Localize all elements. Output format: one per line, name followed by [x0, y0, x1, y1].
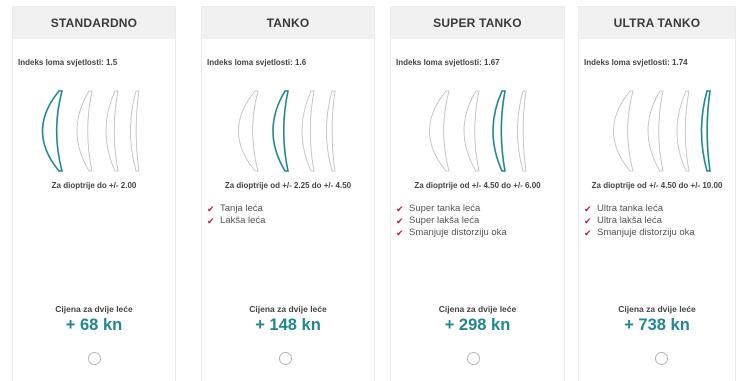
lens-card-ultra-tanko[interactable]: ULTRA TANKO Indeks loma svjetlosti: 1.74…	[578, 6, 736, 381]
lens-shape	[429, 90, 450, 172]
price-value: + 298 kn	[444, 316, 511, 334]
feature-text: Ultra lakša leća	[597, 215, 662, 226]
card-title: STANDARDNO	[13, 7, 175, 39]
diopter-range: Za dioptrije od +/- 4.50 do +/- 10.00	[591, 181, 723, 190]
lens-shape	[463, 90, 480, 172]
feature-text: Super lakša leća	[409, 215, 480, 226]
feature-item: ✔ Super lakša leća	[396, 215, 507, 227]
diopter-range: Za dioptrije od +/- 4.50 do +/- 6.00	[414, 181, 541, 190]
feature-item: ✔ Super tanka leća	[396, 203, 507, 215]
feature-item: ✔ Lakša leća	[207, 215, 265, 227]
price-label: Cijena za dvije leće	[618, 304, 696, 314]
lens-shape-highlighted	[492, 90, 506, 172]
refraction-index-label: Indeks loma svjetlosti: 1.67	[396, 58, 500, 67]
check-icon: ✔	[396, 228, 404, 238]
feature-text: Lakša leća	[220, 215, 266, 226]
feature-text: Smanjuje distorziju oka	[409, 227, 507, 238]
lens-shape	[301, 90, 315, 172]
lens-shape	[326, 90, 336, 172]
price-value: + 738 kn	[624, 316, 690, 334]
check-icon: ✔	[207, 216, 215, 226]
check-icon: ✔	[396, 204, 404, 214]
price-label: Cijena za dvije leće	[55, 304, 133, 314]
price-value: + 68 kn	[65, 316, 123, 334]
lens-shape	[517, 90, 527, 172]
feature-item: ✔ Smanjuje distorziju oka	[396, 227, 507, 239]
lens-options: STANDARDNO Indeks loma svjetlosti: 1.5 Z…	[0, 0, 736, 381]
lens-shape	[676, 90, 690, 172]
feature-text: Smanjuje distorziju oka	[597, 227, 695, 238]
lens-shape	[647, 90, 664, 172]
check-icon: ✔	[207, 204, 215, 214]
check-icon: ✔	[584, 228, 592, 238]
price-label: Cijena za dvije leće	[438, 304, 517, 314]
feature-list: ✔ Ultra tanka leća ✔ Ultra lakša leća ✔ Smanj…	[584, 203, 695, 239]
lens-thickness-illustration	[429, 90, 527, 172]
lens-shape	[613, 90, 634, 172]
select-radio-ultra-tanko[interactable]	[655, 352, 668, 365]
lens-shape	[76, 90, 93, 172]
lens-card-super-tanko[interactable]: SUPER TANKO Indeks loma svjetlosti: 1.67…	[390, 6, 565, 381]
price-value: + 148 kn	[255, 316, 321, 334]
feature-item: ✔ Smanjuje distorziju oka	[584, 227, 695, 239]
feature-text: Tanja leća	[220, 203, 263, 214]
select-radio-standardno[interactable]	[88, 352, 101, 365]
lens-shape-highlighted	[272, 90, 289, 172]
card-title: ULTRA TANKO	[579, 7, 735, 39]
check-icon: ✔	[396, 216, 404, 226]
lens-shape	[105, 90, 119, 172]
refraction-index-label: Indeks loma svjetlosti: 1.5	[18, 58, 118, 67]
price-label: Cijena za dvije leće	[249, 304, 327, 314]
select-radio-super-tanko[interactable]	[467, 352, 480, 365]
lens-shape	[130, 90, 140, 172]
diopter-range: Za dioptrije do +/- 2.00	[51, 181, 137, 190]
feature-item: ✔ Ultra lakša leća	[584, 215, 695, 227]
check-icon: ✔	[584, 204, 592, 214]
card-title: SUPER TANKO	[391, 7, 564, 39]
refraction-index-label: Indeks loma svjetlosti: 1.6	[207, 58, 307, 67]
lens-shape	[238, 90, 259, 172]
lens-card-tanko[interactable]: TANKO Indeks loma svjetlosti: 1.6 Za dio…	[201, 6, 375, 381]
card-title: TANKO	[202, 7, 374, 39]
lens-shape-highlighted	[700, 90, 711, 172]
feature-text: Ultra tanka leća	[597, 203, 664, 214]
feature-list: ✔ Super tanka leća ✔ Super lakša leća ✔ Smanj…	[396, 203, 507, 239]
diopter-range: Za dioptrije od +/- 2.25 do +/- 4.50	[224, 181, 352, 190]
lens-shape-highlighted	[41, 90, 64, 172]
lens-thickness-illustration	[238, 90, 336, 172]
check-icon: ✔	[584, 216, 592, 226]
feature-list: ✔ Tanja leća ✔ Lakša leća	[207, 203, 265, 227]
refraction-index-label: Indeks loma svjetlosti: 1.74	[584, 58, 688, 67]
feature-item: ✔ Ultra tanka leća	[584, 203, 695, 215]
lens-card-standardno[interactable]: STANDARDNO Indeks loma svjetlosti: 1.5 Z…	[12, 6, 176, 381]
lens-thickness-illustration	[41, 90, 140, 172]
select-radio-tanko[interactable]	[279, 352, 292, 365]
lens-thickness-illustration	[613, 90, 711, 172]
feature-item: ✔ Tanja leća	[207, 203, 265, 215]
feature-text: Super tanka leća	[409, 203, 481, 214]
